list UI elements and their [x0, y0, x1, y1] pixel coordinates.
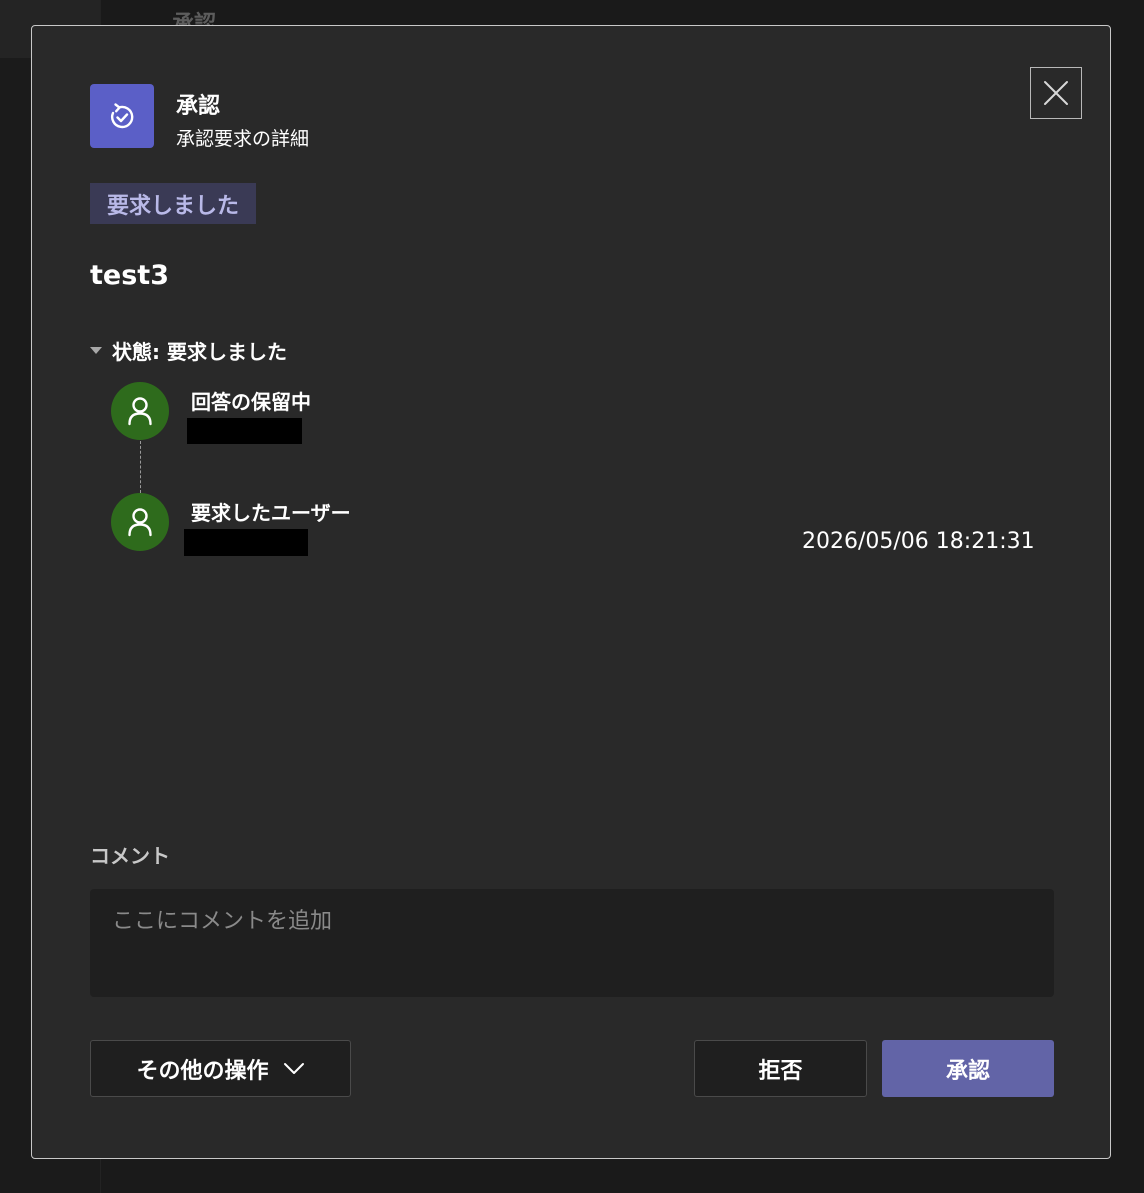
state-toggle[interactable]: 状態: 要求しました — [90, 336, 287, 365]
timeline-connector — [140, 441, 141, 493]
more-actions-button[interactable]: その他の操作 — [90, 1040, 351, 1097]
caret-down-icon — [90, 347, 102, 354]
step-requester-label: 要求したユーザー — [191, 501, 351, 525]
reject-button[interactable]: 拒否 — [694, 1040, 867, 1097]
request-timestamp: 2026/05/06 18:21:31 — [802, 529, 1035, 554]
approvals-icon — [90, 84, 154, 148]
avatar — [111, 493, 169, 551]
dialog-subtitle: 承認要求の詳細 — [176, 128, 310, 150]
close-button[interactable] — [1030, 67, 1082, 119]
app-name: 承認 — [176, 94, 221, 119]
comment-input[interactable] — [90, 889, 1054, 997]
redacted-user-name — [187, 418, 302, 444]
approval-details-dialog: 承認 承認要求の詳細 要求しました test3 状態: 要求しました 回答の保留… — [31, 25, 1111, 1159]
request-title: test3 — [90, 260, 169, 291]
person-icon — [128, 508, 152, 537]
reject-label: 拒否 — [758, 1058, 803, 1084]
step-pending-label: 回答の保留中 — [191, 390, 311, 414]
comment-label: コメント — [90, 844, 170, 868]
close-icon — [1044, 81, 1068, 105]
avatar — [111, 382, 169, 440]
state-label: 状態: 要求しました — [112, 340, 287, 364]
approve-button[interactable]: 承認 — [882, 1040, 1054, 1097]
redacted-user-name — [184, 529, 308, 556]
status-badge: 要求しました — [90, 183, 257, 224]
chevron-down-icon — [283, 1062, 305, 1076]
more-actions-label: その他の操作 — [136, 1058, 269, 1084]
approve-label: 承認 — [945, 1058, 990, 1084]
person-icon — [128, 397, 152, 426]
